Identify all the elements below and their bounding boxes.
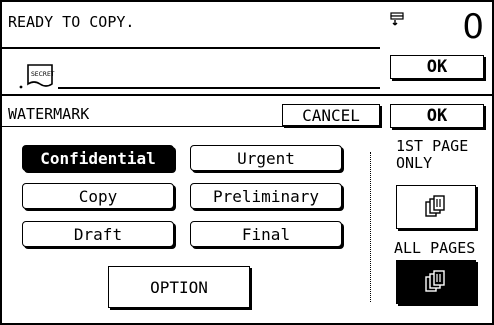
watermark-title: WATERMARK [8, 105, 90, 123]
watermark-draft-button[interactable]: Draft [22, 221, 174, 247]
stamp-icon-text: SECRET [31, 71, 55, 78]
watermark-label: Urgent [237, 148, 295, 168]
watermark-stamp-icon: SECRET [19, 64, 55, 89]
watermark-confidential-button[interactable]: Confidential [22, 145, 174, 171]
ok-button[interactable]: OK [390, 104, 484, 128]
separator [370, 152, 371, 302]
top-ok-label: OK [426, 57, 448, 77]
watermark-copy-button[interactable]: Copy [22, 183, 174, 209]
all-pages-button[interactable] [396, 260, 476, 304]
divider [2, 94, 494, 96]
copier-touch-screen: READY TO COPY. 0 OK SECRET WATERMARK CAN… [0, 0, 494, 325]
watermark-preliminary-button[interactable]: Preliminary [190, 183, 342, 209]
all-pages-label: ALL PAGES [394, 239, 476, 257]
divider [2, 126, 380, 127]
status-message: READY TO COPY. [8, 13, 135, 31]
watermark-label: Preliminary [213, 186, 319, 206]
stamp-underline [58, 87, 380, 89]
watermark-label: Copy [78, 186, 118, 206]
watermark-label: Draft [73, 224, 123, 244]
top-ok-button[interactable]: OK [390, 55, 484, 79]
divider [2, 47, 380, 49]
ok-label: OK [426, 106, 448, 126]
cancel-button[interactable]: CANCEL [282, 104, 380, 126]
stacked-pages-icon [425, 195, 445, 217]
watermark-final-button[interactable]: Final [190, 221, 342, 247]
first-page-only-label: 1ST PAGE ONLY [396, 137, 469, 172]
watermark-urgent-button[interactable]: Urgent [190, 145, 342, 171]
stacked-pages-icon [425, 270, 445, 292]
watermark-label: Confidential [40, 148, 156, 168]
copy-count: 0 [462, 7, 484, 47]
option-label: OPTION [150, 277, 208, 297]
cancel-label: CANCEL [302, 105, 360, 125]
copies-icon [390, 12, 404, 26]
option-button[interactable]: OPTION [108, 266, 250, 308]
first-page-only-button[interactable] [396, 185, 476, 229]
watermark-label: Final [241, 224, 291, 244]
